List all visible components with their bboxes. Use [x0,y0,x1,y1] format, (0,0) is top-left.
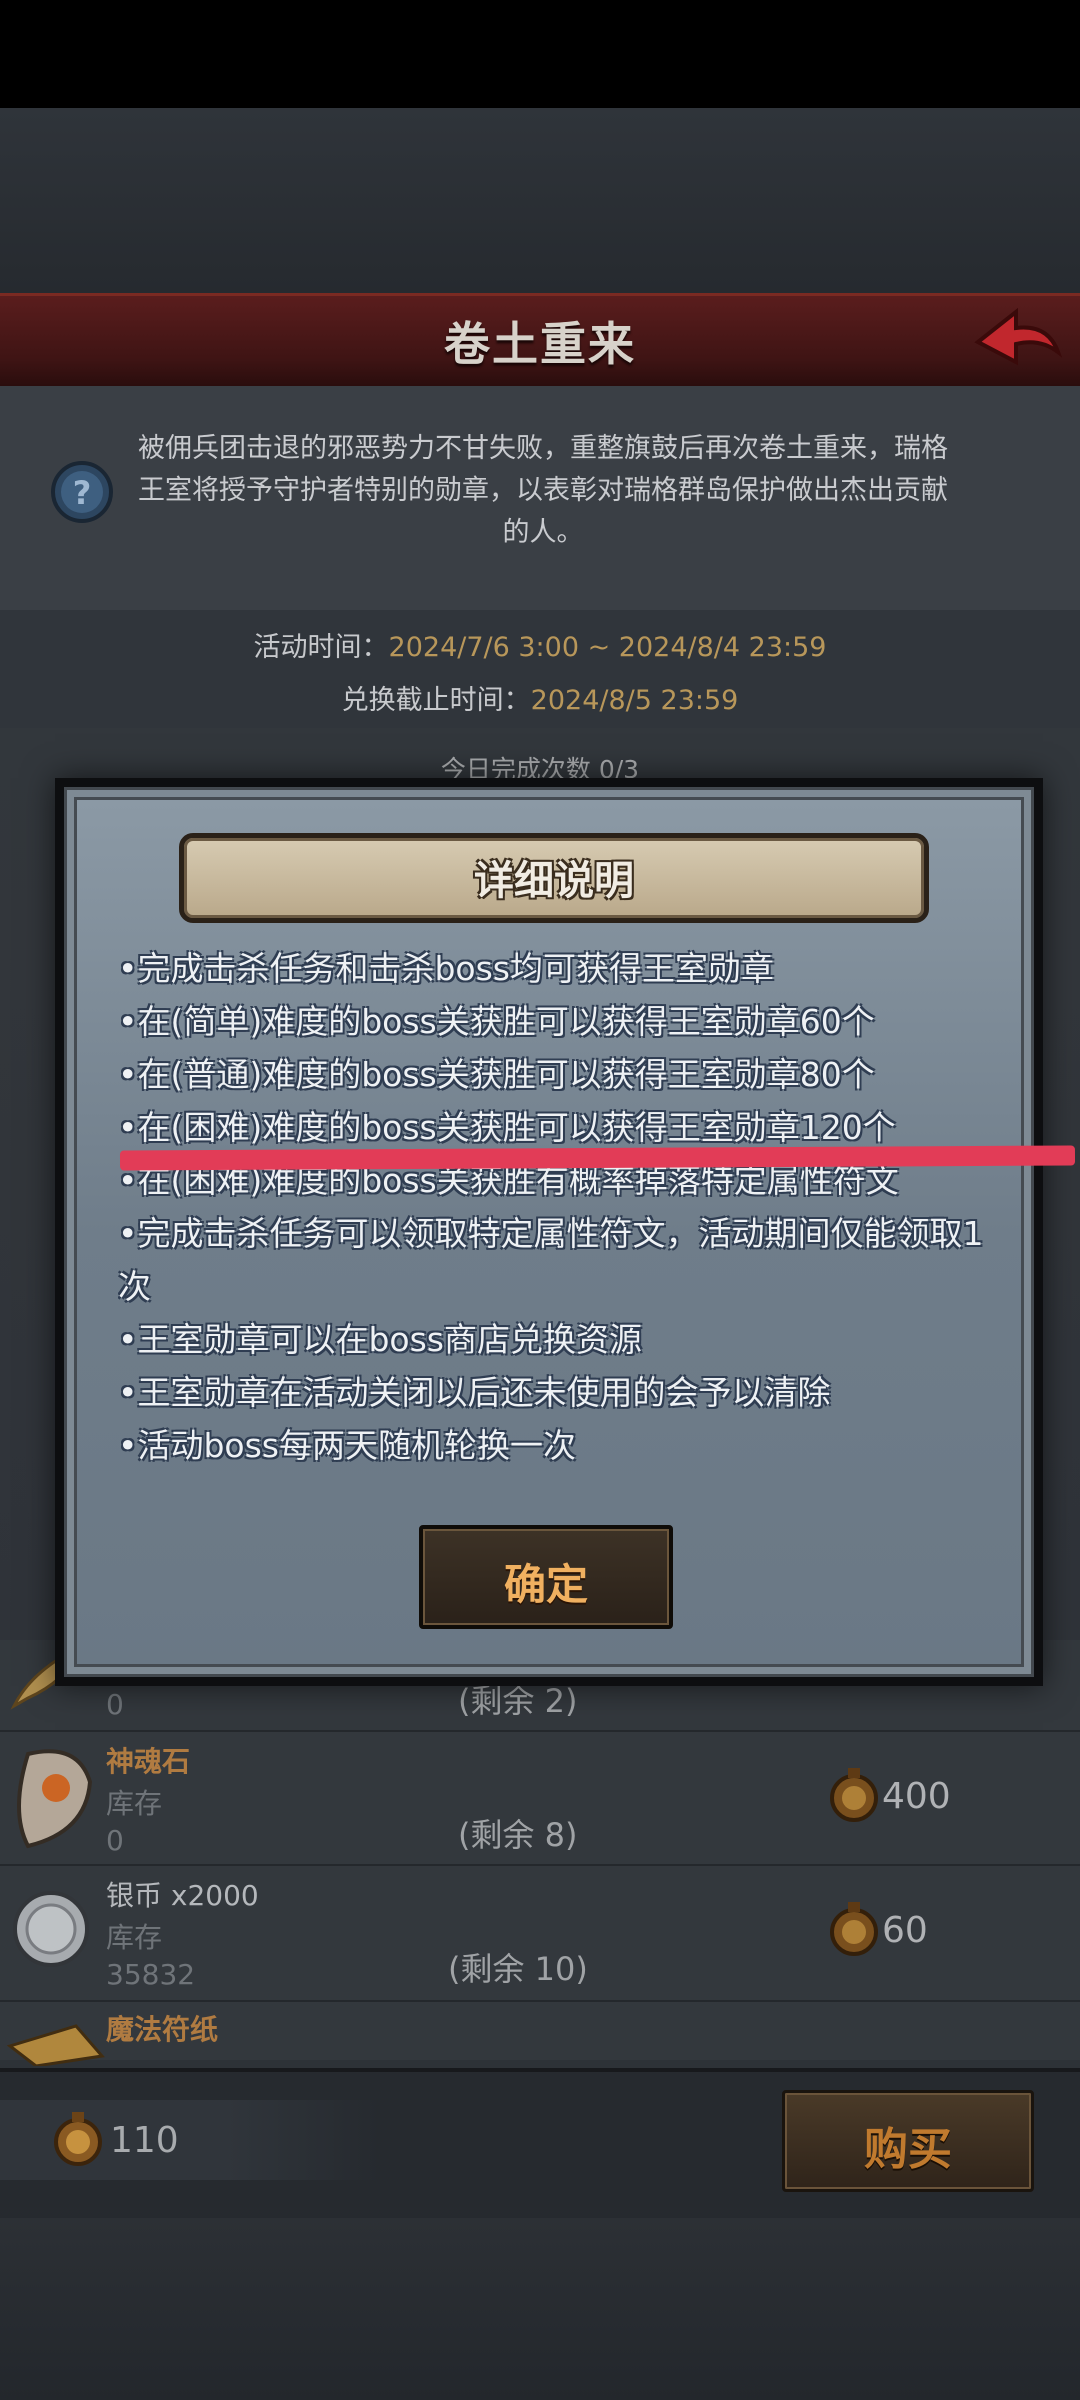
exchange-deadline-label: 兑换截止时间： [341,685,531,716]
buy-button[interactable]: 购买 [782,2090,1034,2192]
buy-button-label: 购买 [864,2124,952,2175]
rule-item: •在(简单)难度的boss关获胜可以获得王室勋章60个 [118,1002,875,1041]
confirm-button[interactable]: 确定 [419,1525,673,1629]
event-description: 被佣兵团击退的邪恶势力不甘失败，重整旗鼓后再次卷土重来，瑞格王室将授予守护者特别… [138,433,948,548]
rule-item: •王室勋章在活动关闭以后还未使用的会予以清除 [118,1373,831,1412]
event-time-value: 2024/7/6 3:00 ~ 2024/8/4 23:59 [388,632,827,663]
svg-text:?: ? [73,474,92,512]
coin-balance: 110 [110,2120,179,2161]
exchange-deadline-row: 兑换截止时间：2024/8/5 23:59 [0,678,1080,717]
confirm-button-label: 确定 [503,1560,588,1609]
modal-title: 详细说明 [474,858,634,904]
back-arrow-icon[interactable] [968,304,1064,378]
status-bar [0,0,1080,108]
modal-rules-list[interactable]: •完成击杀任务和击杀boss均可获得王室勋章 •在(简单)难度的boss关获胜可… [118,942,988,1482]
medal-icon [54,2112,102,2166]
exchange-deadline-value: 2024/8/5 23:59 [530,685,739,716]
event-time-row: 活动时间：2024/7/6 3:00 ~ 2024/8/4 23:59 [0,625,1080,664]
background-top [0,108,1080,293]
rule-item: •完成击杀任务可以领取特定属性符文，活动期间仅能领取1次 [118,1214,984,1306]
rule-item: •完成击杀任务和击杀boss均可获得王室勋章 [118,949,774,988]
rule-item: •在(普通)难度的boss关获胜可以获得王室勋章80个 [118,1055,875,1094]
modal-title-plate: 详细说明 [179,833,929,923]
rule-item: •王室勋章可以在boss商店兑换资源 [118,1320,642,1359]
page-title: 卷土重来 [444,317,636,371]
detail-modal: 详细说明 •完成击杀任务和击杀boss均可获得王室勋章 •在(简单)难度的bos… [55,778,1043,1686]
event-time-label: 活动时间： [253,632,389,663]
rule-item: •活动boss每两天随机轮换一次 [118,1426,576,1465]
help-icon[interactable]: ? [50,460,114,524]
header-banner: 卷土重来 [0,293,1080,389]
background-bottom [0,2218,1080,2400]
